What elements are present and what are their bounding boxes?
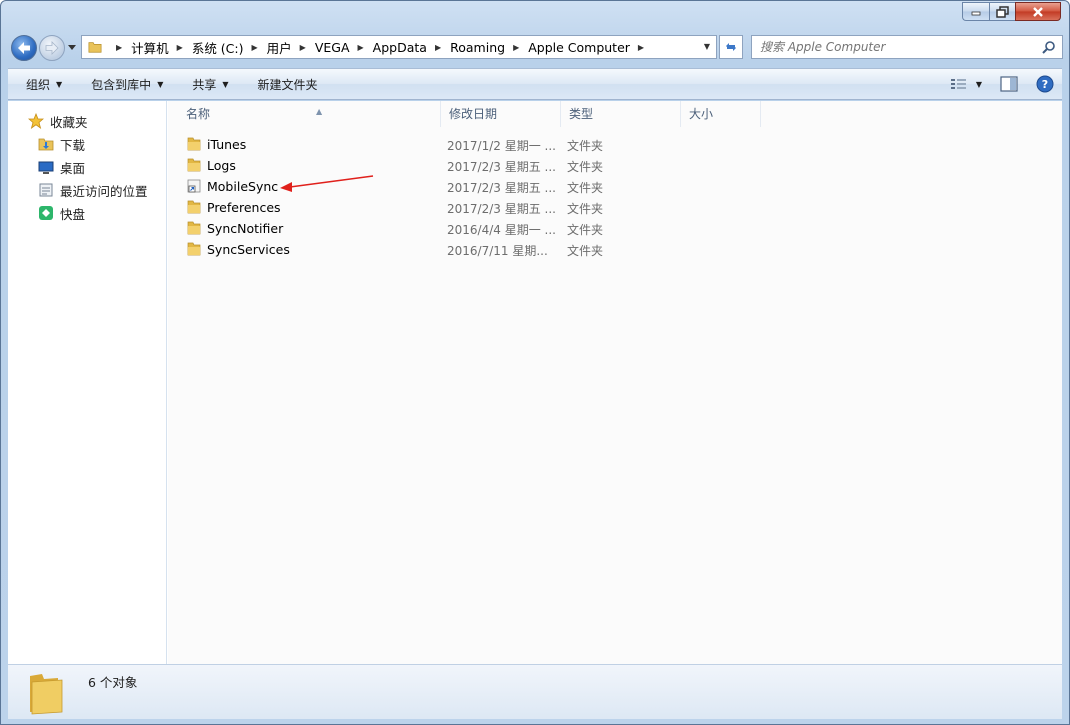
breadcrumb-item[interactable]: 计算机 ▶ — [131, 38, 192, 57]
command-bar: 组织 ▼ 包含到库中 ▼ 共享 ▼ 新建文件夹 ▼ ? — [8, 68, 1062, 100]
column-header-row: 名称 ▲ 修改日期 类型 大小 — [168, 101, 1062, 127]
preview-pane-icon — [1000, 76, 1018, 92]
arrow-left-icon — [18, 42, 30, 54]
refresh-button[interactable] — [719, 35, 743, 59]
folder-icon — [187, 242, 201, 256]
folder-shortcut-icon — [187, 179, 201, 193]
forward-button[interactable] — [39, 35, 65, 61]
details-pane: 6 个对象 — [8, 664, 1062, 719]
include-in-library-menu[interactable]: 包含到库中 ▼ — [73, 76, 174, 93]
nav-item-downloads[interactable]: 下载 — [38, 134, 85, 154]
column-type[interactable]: 类型 — [561, 101, 681, 127]
kuaipan-icon — [38, 205, 54, 221]
breadcrumb-item[interactable]: Apple Computer ▶ — [528, 40, 653, 55]
breadcrumb-item[interactable]: AppData ▶ — [373, 40, 450, 55]
download-folder-icon — [38, 136, 54, 152]
minimize-icon — [971, 11, 981, 15]
sort-arrow-icon: ▲ — [316, 107, 323, 116]
chevron-down-icon: ▼ — [975, 79, 982, 89]
star-icon — [28, 113, 44, 129]
breadcrumb-separator[interactable]: ▶ — [252, 43, 258, 52]
folder-icon — [187, 158, 201, 172]
annotation-arrow — [280, 175, 374, 192]
minimize-button[interactable] — [962, 2, 989, 21]
nav-item-desktop[interactable]: 桌面 — [38, 157, 85, 177]
file-row[interactable]: MobileSync 2017/2/3 星期五 ... 文件夹 — [178, 176, 618, 197]
search-box[interactable] — [751, 35, 1063, 59]
breadcrumb-separator[interactable]: ▶ — [513, 43, 519, 52]
folder-icon — [187, 137, 201, 151]
share-menu[interactable]: 共享 ▼ — [174, 76, 239, 93]
file-row[interactable]: Preferences 2017/2/3 星期五 ... 文件夹 — [178, 197, 618, 218]
file-row[interactable]: SyncNotifier 2016/4/4 星期一 ... 文件夹 — [178, 218, 618, 239]
breadcrumb-separator[interactable]: ▶ — [116, 43, 122, 52]
arrow-right-icon — [45, 41, 59, 55]
navigation-pane: 收藏夹 下载 桌面 最近访问的位置 快盘 — [8, 101, 167, 664]
desktop-icon — [38, 159, 54, 175]
pane-area: 收藏夹 下载 桌面 最近访问的位置 快盘 名称 ▲ 修改日期 类型 大小 iTu… — [8, 101, 1062, 664]
recent-pages-dropdown[interactable] — [67, 43, 77, 53]
close-icon — [1033, 6, 1043, 17]
close-button[interactable] — [1015, 2, 1061, 21]
view-list-icon — [950, 79, 966, 89]
help-icon: ? — [1036, 75, 1054, 93]
nav-item-kuaipan[interactable]: 快盘 — [38, 203, 85, 223]
nav-favorites[interactable]: 收藏夹 — [28, 111, 88, 131]
file-row[interactable]: iTunes 2017/1/2 星期一 ... 文件夹 — [178, 134, 618, 155]
breadcrumb-item[interactable]: Roaming ▶ — [450, 40, 528, 55]
search-input[interactable] — [760, 40, 1030, 54]
breadcrumb-item[interactable]: 用户 ▶ — [267, 38, 315, 57]
address-bar[interactable]: ▶ 计算机 ▶ 系统 (C:) ▶ 用户 ▶ VEGA ▶ AppData ▶ Roami… — [81, 35, 717, 59]
preview-pane-button[interactable] — [1000, 76, 1018, 92]
svg-text:?: ? — [1042, 78, 1048, 91]
file-row[interactable]: SyncServices 2016/7/11 星期... 文件夹 — [178, 239, 618, 260]
breadcrumb-separator[interactable]: ▶ — [435, 43, 441, 52]
nav-item-recent-places[interactable]: 最近访问的位置 — [38, 180, 148, 200]
column-name[interactable]: 名称 ▲ — [178, 101, 441, 127]
folder-icon — [88, 42, 102, 53]
caption-buttons — [962, 2, 1061, 21]
breadcrumb-item[interactable]: VEGA ▶ — [315, 40, 373, 55]
file-row[interactable]: Logs 2017/2/3 星期五 ... 文件夹 — [178, 155, 618, 176]
back-button[interactable] — [11, 35, 37, 61]
search-icon[interactable] — [1042, 40, 1056, 54]
view-options-button[interactable]: ▼ — [950, 77, 982, 91]
explorer-window: ▶ 计算机 ▶ 系统 (C:) ▶ 用户 ▶ VEGA ▶ AppData ▶ Roami… — [0, 0, 1070, 725]
folder-icon — [30, 674, 63, 715]
restore-icon — [995, 5, 1009, 18]
chevron-down-icon: ▼ — [222, 79, 229, 89]
chevron-down-icon — [68, 45, 76, 50]
column-date[interactable]: 修改日期 — [441, 101, 561, 127]
maximize-button[interactable] — [989, 2, 1015, 21]
breadcrumb-separator[interactable]: ▶ — [358, 43, 364, 52]
folder-icon — [187, 200, 201, 214]
new-folder-button[interactable]: 新建文件夹 — [240, 76, 329, 93]
address-row: ▶ 计算机 ▶ 系统 (C:) ▶ 用户 ▶ VEGA ▶ AppData ▶ Roami… — [9, 31, 1063, 61]
address-history-dropdown[interactable]: ▼ — [704, 42, 710, 51]
chevron-down-icon: ▼ — [157, 79, 164, 89]
breadcrumb-separator[interactable]: ▶ — [300, 43, 306, 52]
breadcrumb-item[interactable]: 系统 (C:) ▶ — [192, 38, 267, 57]
breadcrumb-separator[interactable]: ▶ — [177, 43, 183, 52]
chevron-down-icon: ▼ — [56, 79, 63, 89]
breadcrumb-separator[interactable]: ▶ — [638, 43, 644, 52]
folder-icon — [187, 221, 201, 235]
organize-menu[interactable]: 组织 ▼ — [8, 76, 73, 93]
help-button[interactable]: ? — [1036, 75, 1054, 93]
recent-places-icon — [38, 182, 54, 198]
item-count: 6 个对象 — [88, 675, 138, 690]
refresh-icon — [726, 43, 736, 51]
column-size[interactable]: 大小 — [681, 101, 761, 127]
